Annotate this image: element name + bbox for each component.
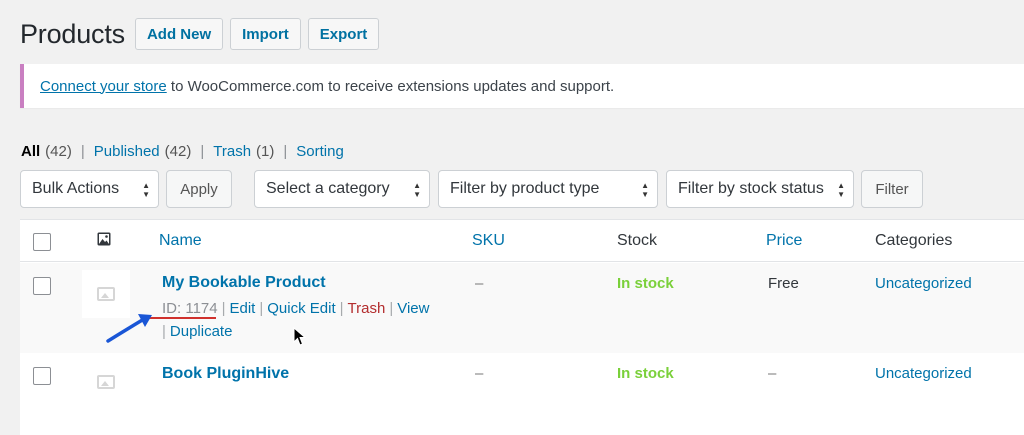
column-categories: Categories [875, 232, 953, 249]
price-value: – [768, 365, 777, 382]
arrow-annotation-icon [106, 314, 152, 343]
view-trash-count: (1) [256, 143, 275, 160]
row-checkbox[interactable] [33, 367, 51, 385]
placeholder-image-icon[interactable] [82, 358, 130, 406]
add-new-button[interactable]: Add New [134, 18, 224, 50]
category-link[interactable]: Uncategorized [875, 275, 972, 292]
bulk-actions-select[interactable]: Bulk Actions ▲ ▼ [20, 170, 159, 208]
product-type-select[interactable]: Filter by product type ▲ ▼ [438, 170, 658, 208]
products-table: Name SKU Stock Price Categories My Booka… [20, 219, 1024, 435]
product-name-link[interactable]: My Bookable Product [162, 274, 326, 292]
image-icon [97, 232, 111, 251]
view-separator: | [80, 143, 85, 160]
view-trash-link[interactable]: Trash [213, 143, 251, 160]
import-button[interactable]: Import [230, 18, 301, 50]
product-name-link[interactable]: Book PluginHive [162, 365, 289, 383]
table-header: Name SKU Stock Price Categories [20, 220, 1024, 262]
select-all-checkbox[interactable] [33, 233, 51, 251]
select-arrows-icon: ▲ ▼ [142, 181, 150, 199]
page-title: Products [20, 18, 125, 49]
bulk-actions-value: Bulk Actions [32, 180, 120, 197]
connect-store-link[interactable]: Connect your store [40, 78, 167, 95]
quick-edit-link[interactable]: Quick Edit [267, 300, 335, 317]
category-select-value: Select a category [266, 180, 390, 197]
select-arrows-icon: ▲ ▼ [641, 181, 649, 199]
view-link[interactable]: View [397, 300, 429, 317]
product-type-select-value: Filter by product type [450, 180, 600, 197]
sku-value: – [475, 365, 484, 382]
woocommerce-connect-notice: Connect your store to WooCommerce.com to… [20, 64, 1024, 108]
product-id-label: ID: 1174 [162, 300, 218, 317]
view-separator: | [283, 143, 288, 160]
category-link[interactable]: Uncategorized [875, 365, 972, 382]
mouse-cursor-icon [293, 327, 307, 346]
stock-status-badge: In stock [617, 275, 674, 292]
table-row: My Bookable Product ID: 1174 | Edit | Quick … [20, 263, 1024, 353]
view-all-label[interactable]: All [21, 143, 40, 160]
filter-button[interactable]: Filter [861, 170, 923, 208]
view-separator: | [200, 143, 205, 160]
select-arrows-icon: ▲ ▼ [837, 181, 845, 199]
page-header: Products Add New Import Export [20, 18, 386, 50]
row-actions-second-line: | Duplicate [162, 323, 233, 340]
sku-value: – [475, 275, 484, 292]
edit-link[interactable]: Edit [230, 300, 256, 317]
column-name[interactable]: Name [159, 232, 202, 250]
export-button[interactable]: Export [307, 18, 380, 50]
view-sorting-link[interactable]: Sorting [296, 143, 344, 160]
status-views: All (42) | Published (42) | Trash (1) | … [21, 143, 344, 160]
column-price[interactable]: Price [766, 232, 802, 250]
row-checkbox[interactable] [33, 277, 51, 295]
apply-button[interactable]: Apply [166, 170, 232, 208]
table-filters: Bulk Actions ▲ ▼ Apply Select a category … [20, 170, 1024, 208]
price-value: Free [768, 275, 799, 292]
view-published-count: (42) [164, 143, 192, 160]
trash-link[interactable]: Trash [348, 300, 386, 317]
column-stock: Stock [617, 232, 658, 249]
stock-status-select[interactable]: Filter by stock status ▲ ▼ [666, 170, 854, 208]
column-sku[interactable]: SKU [472, 232, 505, 250]
table-row: Book PluginHive – In stock – Uncategoriz… [20, 353, 1024, 435]
stock-status-select-value: Filter by stock status [678, 180, 824, 197]
view-all-count: (42) [45, 143, 72, 160]
duplicate-link[interactable]: Duplicate [170, 323, 233, 340]
select-arrows-icon: ▲ ▼ [413, 181, 421, 199]
view-published-link[interactable]: Published [94, 143, 160, 160]
notice-text: to WooCommerce.com to receive extensions… [166, 77, 615, 95]
row-actions: ID: 1174 | Edit | Quick Edit | Trash | View [162, 300, 430, 317]
stock-status-badge: In stock [617, 365, 674, 382]
category-select[interactable]: Select a category ▲ ▼ [254, 170, 430, 208]
